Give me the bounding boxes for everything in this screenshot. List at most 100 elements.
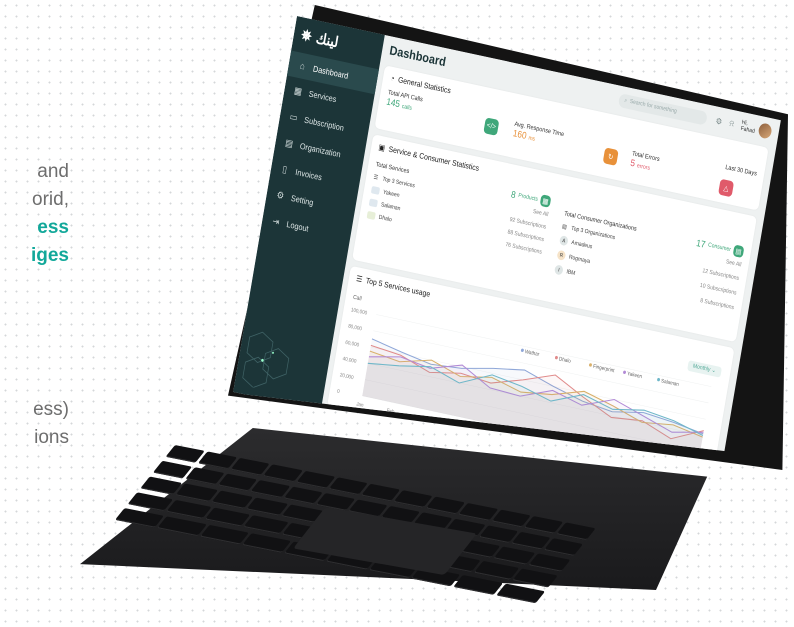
sidebar-item-label: Organization	[299, 141, 342, 160]
subscription-icon: ▭	[288, 110, 299, 124]
settings-icon[interactable]: ⚙	[715, 116, 723, 127]
subscription-count: 92 Subscriptions	[509, 216, 547, 231]
gear-icon: ⚙	[275, 189, 285, 202]
legend-label: Yakeen	[627, 371, 643, 381]
keyboard-key	[199, 524, 249, 545]
y-tick-label: 40,000	[342, 356, 357, 365]
card-title-text: General Statistics	[397, 74, 452, 96]
dashboard-app: ✵ لينك ⌂ Dashboard ▦ Services ▭ Subscrip…	[233, 16, 781, 468]
invoice-icon: ▯	[281, 163, 288, 175]
server-icon: ▣	[377, 142, 386, 153]
subscription-count: 8 Subscriptions	[699, 297, 735, 311]
bg-text-line: ess)	[33, 399, 69, 420]
user-greeting: Hi, Fahad	[740, 119, 756, 135]
keyboard-key	[242, 533, 292, 553]
stat-unit: Products	[517, 192, 539, 203]
x-tick-label: May	[478, 427, 488, 435]
legend-swatch	[623, 370, 626, 374]
list-icon: ☰	[372, 174, 379, 182]
home-icon: ⌂	[299, 60, 306, 72]
main-content: Dashboard ⌕ Search for something ⚙ ⍾ Hi,…	[321, 35, 781, 468]
sidebar-item-label: Invoices	[294, 167, 323, 183]
warning-icon: △	[718, 178, 735, 198]
keyboard-key	[210, 490, 253, 509]
service-logo-icon	[370, 185, 381, 195]
keyboard-key	[157, 516, 207, 537]
sidebar-item-label: Subscription	[303, 115, 345, 134]
service-name: Yakeen	[382, 188, 400, 199]
keyboard-key	[243, 515, 289, 535]
keyboard-key	[473, 560, 520, 580]
subscription-count: 10 Subscriptions	[699, 282, 738, 297]
keyboard-key	[283, 486, 323, 505]
keyboard-key	[204, 507, 250, 527]
org-name: Rogmaya	[568, 253, 591, 265]
building-icon: ▤	[732, 244, 745, 259]
hexagon-decoration	[242, 331, 290, 389]
stat-value: 17	[695, 236, 707, 250]
y-tick-label: 60,000	[345, 340, 360, 349]
stat-unit: errors	[636, 162, 651, 172]
organization-icon: ▤	[284, 137, 294, 150]
org-name: Amadeus	[570, 239, 593, 250]
bg-text-line: ions	[34, 427, 69, 448]
search-icon: ⌕	[623, 96, 628, 104]
stat-value: 160	[512, 127, 528, 142]
x-tick-label: Oct	[630, 460, 639, 468]
see-all-link[interactable]: See All	[532, 209, 548, 219]
legend-swatch	[520, 348, 524, 352]
service-logo-icon	[366, 210, 376, 220]
legend-label: Salaman	[661, 378, 680, 388]
bg-text-line-emphasis: ess	[37, 217, 69, 238]
stat-unit: calls	[401, 103, 413, 113]
x-tick-label: Aug	[569, 447, 578, 455]
stat-value: 5	[629, 157, 636, 169]
search-placeholder: Search for something	[629, 98, 678, 115]
section-title: Top 3 Services	[381, 176, 416, 190]
org-avatar: I	[554, 264, 564, 276]
period-label: Last 30 Days	[724, 164, 758, 178]
services-column: Total Services 8 Products ▦ ☰ Top 3 Servi…	[366, 159, 552, 256]
see-all-link[interactable]: See All	[725, 259, 741, 269]
keyboard-key	[495, 583, 546, 604]
y-tick-label: 100,000	[350, 307, 367, 317]
x-tick-label: Mar	[417, 414, 426, 422]
subscription-count: 76 Subscriptions	[504, 241, 543, 256]
stat-unit: ms	[527, 135, 536, 143]
x-tick-label: Jun	[508, 434, 517, 442]
y-axis-label: Call	[352, 294, 362, 302]
code-icon: </>	[483, 117, 500, 136]
legend-swatch	[589, 363, 592, 367]
legend-label: Dhalo	[558, 356, 571, 365]
service-logo-icon	[368, 198, 379, 208]
chart-pie-icon: ◔	[389, 73, 396, 84]
consumers-column: Total Consumer Organizations 17 Consumer…	[554, 208, 745, 312]
keyboard-key	[478, 525, 518, 544]
keyboard-key	[115, 508, 165, 528]
keyboard-key	[250, 480, 290, 498]
legend-swatch	[657, 377, 661, 382]
bg-text-line: orid,	[32, 189, 69, 210]
errors-stat: Total Errors 5 errors	[630, 151, 660, 174]
keyboard-key	[453, 575, 503, 595]
x-tick-label: Apr	[447, 421, 455, 429]
building-icon: ▤	[561, 223, 568, 231]
org-name: IBM	[565, 268, 576, 277]
logo-mark-icon: ✵	[299, 25, 314, 45]
service-name: Salaman	[380, 201, 401, 212]
sidebar-item-label: Dashboard	[312, 63, 350, 81]
bg-text-line: and	[37, 161, 69, 182]
notification-bell-icon[interactable]: ⍾	[728, 118, 735, 129]
subscription-count: 12 Subscriptions	[702, 267, 740, 282]
subscription-count: 88 Subscriptions	[507, 228, 545, 243]
x-tick-label: Jul	[538, 441, 545, 449]
legend-swatch	[554, 355, 558, 360]
legend-label: Wathar	[524, 349, 540, 358]
api-calls-stat: Total API Calls 145 calls	[386, 90, 424, 114]
keyboard-key	[140, 476, 183, 495]
service-name: Dhalo	[378, 213, 393, 223]
x-tick-label: Jan	[356, 401, 365, 409]
grid-icon: ▦	[539, 194, 552, 208]
keyboard-key	[246, 497, 289, 516]
avatar[interactable]	[757, 122, 773, 140]
